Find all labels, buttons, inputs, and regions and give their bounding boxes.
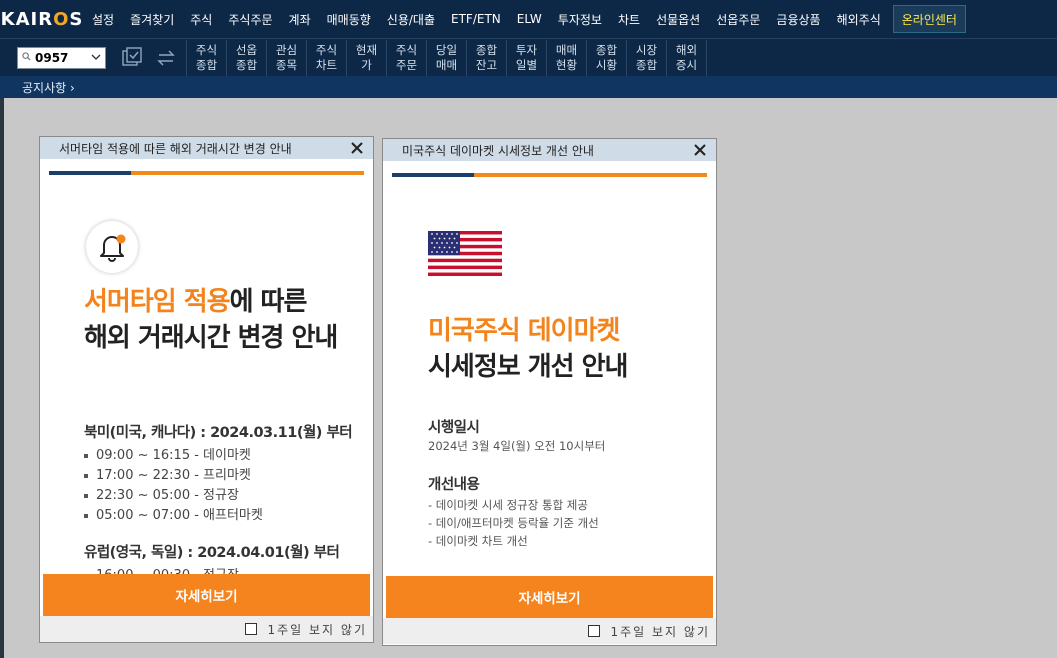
improvements-list: - 데이마켓 시세 정규장 통합 제공 - 데이/애프터마켓 등락율 기준 개선 -… — [428, 496, 599, 550]
menu-item[interactable]: 신용/대출 — [379, 0, 443, 38]
search-icon — [22, 51, 31, 64]
list-item: - 데이/애프터마켓 등락율 기준 개선 — [428, 516, 599, 530]
dont-show-label[interactable]: 1주일 보지 않기 — [610, 623, 710, 640]
menu-item[interactable]: 즐겨찾기 — [122, 0, 182, 38]
quick-button[interactable]: 투자 일별 — [507, 39, 547, 76]
daylight-saving-popup: 서머타임 적용에 따른 해외 거래시간 변경 안내 서머타임 적용에 따른 해외… — [39, 136, 374, 643]
checklist-icon[interactable] — [120, 46, 144, 70]
quick-buttons: 주식 종합 선옵 종합 관심 종목 주식 차트 현재 가 주식 주문 당일 매매 종합 잔고 투… — [187, 39, 707, 76]
main-menu: 설정 즐겨찾기 주식 주식주문 계좌 매매동향 신용/대출 ETF/ETN ELW 투자정보 차트 선… — [84, 0, 889, 38]
list-item: 22:30 ~ 05:00 - 정규장 — [84, 486, 263, 506]
menu-item[interactable]: 선물옵션 — [648, 0, 708, 38]
top-menu-bar: KAIR O S 설정 즐겨찾기 주식 주식주문 계좌 매매동향 신용/대출 ETF/ETN ELW… — [0, 0, 1057, 38]
menu-item[interactable]: 해외주식 — [829, 0, 889, 38]
menu-item[interactable]: 매매동향 — [319, 0, 379, 38]
menu-item[interactable]: 설정 — [84, 0, 122, 38]
menu-item[interactable]: 선옵주문 — [708, 0, 768, 38]
list-item: 17:00 ~ 22:30 - 프리마켓 — [84, 466, 263, 486]
quick-button[interactable]: 관심 종목 — [267, 39, 307, 76]
toolbar: 0957 주식 종합 선옵 종합 관심 종목 주식 차트 현재 가 주식 주문 당일 매매 종… — [0, 38, 1057, 76]
swap-icon[interactable] — [154, 46, 178, 70]
menu-item[interactable]: 차트 — [610, 0, 648, 38]
menu-item[interactable]: 주식 — [182, 0, 220, 38]
menu-item[interactable]: ETF/ETN — [443, 0, 509, 38]
quick-button[interactable]: 주식 종합 — [187, 39, 227, 76]
quick-button[interactable]: 해외 증시 — [667, 39, 707, 76]
detail-button[interactable]: 자세히보기 — [386, 576, 713, 618]
quick-button[interactable]: 선옵 종합 — [227, 39, 267, 76]
menu-item[interactable]: ELW — [509, 0, 550, 38]
left-edge — [0, 98, 4, 658]
header-stripe — [49, 171, 364, 175]
notice-label[interactable]: 공지사항 › — [22, 79, 75, 96]
popup1-headline: 서머타임 적용에 따른 해외 거래시간 변경 안내 — [84, 287, 338, 353]
quick-button[interactable]: 종합 시황 — [587, 39, 627, 76]
close-icon[interactable] — [692, 142, 708, 158]
list-item: - 데이마켓 차트 개선 — [428, 534, 528, 548]
us-flag-icon — [428, 231, 502, 276]
quick-button[interactable]: 현재 가 — [347, 39, 387, 76]
menu-item[interactable]: 금융상품 — [768, 0, 828, 38]
header-stripe — [392, 173, 707, 177]
north-america-title: 북미(미국, 캐나다) : 2024.03.11(월) 부터 — [84, 425, 353, 441]
stock-code-value: 0957 — [35, 50, 69, 65]
popup2-headline: 미국주식 데이마켓 시세정보 개선 안내 — [428, 316, 628, 382]
popup-title: 서머타임 적용에 따른 해외 거래시간 변경 안내 — [59, 141, 292, 156]
popup-title: 미국주식 데이마켓 시세정보 개선 안내 — [402, 143, 594, 158]
close-icon[interactable] — [349, 140, 365, 156]
quick-button[interactable]: 매매 현황 — [547, 39, 587, 76]
menu-item[interactable]: 투자정보 — [550, 0, 610, 38]
dont-show-label[interactable]: 1주일 보지 않기 — [267, 621, 367, 638]
improvements-title: 개선내용 — [428, 477, 480, 493]
list-item: - 데이마켓 시세 정규장 통합 제공 — [428, 498, 588, 512]
europe-title: 유럽(영국, 독일) : 2024.04.01(월) 부터 — [84, 545, 340, 561]
dont-show-checkbox[interactable] — [588, 625, 601, 637]
dont-show-row: 1주일 보지 않기 — [383, 618, 716, 644]
dont-show-row: 1주일 보지 않기 — [40, 616, 373, 642]
popup-title-bar: 미국주식 데이마켓 시세정보 개선 안내 — [383, 139, 716, 161]
effective-date-text: 2024년 3월 4일(월) 오전 10시부터 — [428, 439, 606, 453]
bell-icon — [86, 221, 138, 273]
kairos-logo: KAIR O S — [0, 8, 84, 30]
quick-button[interactable]: 당일 매매 — [427, 39, 467, 76]
quick-button[interactable]: 주식 차트 — [307, 39, 347, 76]
quick-button[interactable]: 종합 잔고 — [467, 39, 507, 76]
list-item: 05:00 ~ 07:00 - 애프터마켓 — [84, 506, 263, 526]
online-center-button[interactable]: 온라인센터 — [892, 5, 966, 33]
detail-button[interactable]: 자세히보기 — [43, 574, 370, 616]
us-daymarket-popup: 미국주식 데이마켓 시세정보 개선 안내 미국주식 데이마켓 시세정보 개선 안… — [382, 138, 717, 646]
list-item: 09:00 ~ 16:15 - 데이마켓 — [84, 446, 263, 466]
effective-date-title: 시행일시 — [428, 420, 480, 436]
menu-item[interactable]: 계좌 — [281, 0, 319, 38]
quick-button[interactable]: 시장 종합 — [627, 39, 667, 76]
quick-button[interactable]: 주식 주문 — [387, 39, 427, 76]
notice-bar[interactable]: 공지사항 › — [0, 76, 1057, 98]
menu-item[interactable]: 주식주문 — [220, 0, 280, 38]
north-america-hours: 09:00 ~ 16:15 - 데이마켓 17:00 ~ 22:30 - 프리마켓… — [84, 446, 263, 526]
dont-show-checkbox[interactable] — [245, 623, 258, 635]
chevron-down-icon[interactable] — [91, 52, 101, 63]
popup-title-bar: 서머타임 적용에 따른 해외 거래시간 변경 안내 — [40, 137, 373, 159]
stock-code-input[interactable]: 0957 — [17, 46, 106, 69]
